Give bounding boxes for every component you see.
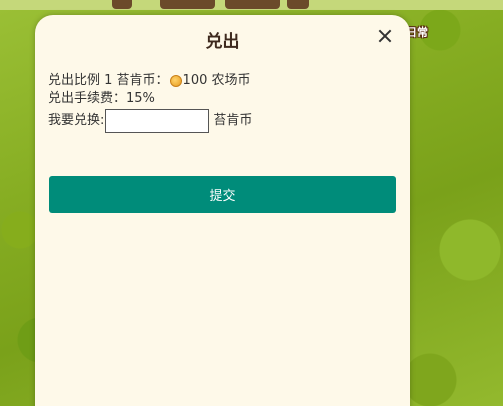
exchange-dialog: 兑出 兑出比例 1 苔肯币： 100 农场币 兑出手续费：15% 我要兑换: 苔… (35, 15, 410, 406)
close-icon[interactable] (376, 27, 394, 45)
rate-prefix: 兑出比例 1 苔肯币： (48, 73, 169, 88)
top-bar-item (112, 0, 132, 9)
top-bar-item (287, 0, 309, 9)
fee-text: 兑出手续费：15% (48, 91, 155, 106)
exchange-amount-input[interactable] (105, 109, 210, 133)
gold-coin-icon (169, 75, 182, 87)
rate-row: 兑出比例 1 苔肯币： 100 农场币 (48, 72, 252, 90)
side-menu: 仓库 商店 排行 好友 成就 充值 兑出 (427, 0, 503, 406)
top-bar-item (225, 0, 280, 9)
exchange-row: 我要兑换: 苔肯币 (48, 109, 252, 133)
game-scene: 日常 仓库 商店 排行 好友 成就 充值 兑出 (0, 0, 503, 406)
rate-suffix: 100 农场币 (182, 73, 251, 88)
fee-row: 兑出手续费：15% (48, 90, 252, 108)
dialog-title: 兑出 (205, 32, 240, 52)
exchange-label: 我要兑换: (48, 113, 105, 128)
top-bar-item (160, 0, 215, 9)
submit-button[interactable]: 提交 (49, 176, 396, 213)
exchange-form: 兑出比例 1 苔肯币： 100 农场币 兑出手续费：15% 我要兑换: 苔肯币 (48, 72, 252, 133)
exchange-unit: 苔肯币 (213, 113, 253, 128)
